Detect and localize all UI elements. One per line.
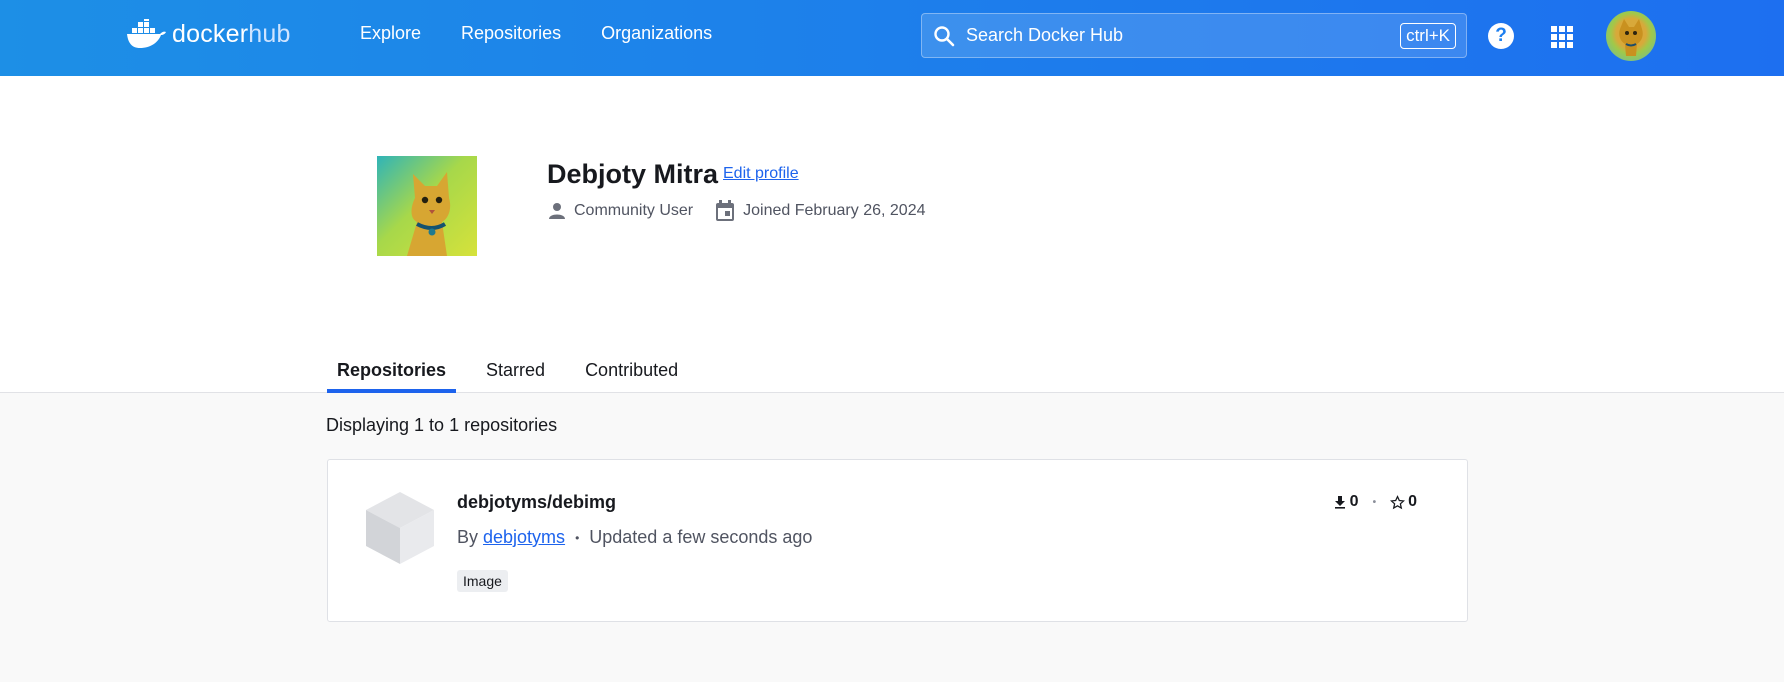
nav-explore[interactable]: Explore: [360, 23, 421, 44]
person-icon: [549, 203, 565, 219]
search-input[interactable]: [966, 25, 1401, 46]
main-nav: Explore Repositories Organizations: [360, 0, 712, 66]
top-navigation-bar: dockerhub Explore Repositories Organizat…: [0, 0, 1784, 76]
user-avatar[interactable]: [1606, 11, 1656, 61]
join-date: Joined February 26, 2024: [715, 200, 925, 222]
user-type-label: Community User: [574, 202, 694, 219]
repository-meta: By debjotyms • Updated a few seconds ago: [457, 527, 812, 548]
logo-wordmark: dockerhub: [172, 20, 291, 49]
help-icon[interactable]: ?: [1488, 23, 1514, 49]
repository-type-badge: Image: [457, 570, 508, 592]
repository-count: Displaying 1 to 1 repositories: [326, 415, 558, 435]
repository-card[interactable]: debjotyms/debimg By debjotyms • Updated …: [327, 459, 1468, 622]
tab-repositories[interactable]: Repositories: [327, 354, 457, 393]
downloads-stat: 0: [1333, 493, 1359, 511]
profile-tabs: Repositories Starred Contributed: [327, 354, 708, 393]
join-date-label: Joined February 26, 2024: [743, 202, 926, 219]
user-type: Community User: [548, 202, 693, 220]
profile-avatar: [377, 156, 477, 256]
cat-profile-image: [377, 156, 477, 256]
nav-repositories[interactable]: Repositories: [461, 23, 561, 44]
tab-starred[interactable]: Starred: [476, 354, 555, 393]
search-shortcut-hint: ctrl+K: [1400, 22, 1456, 49]
repository-updated: Updated a few seconds ago: [589, 527, 813, 547]
separator-dot: •: [575, 530, 580, 545]
profile-meta: Community User Joined February 26, 2024: [548, 200, 947, 222]
by-label: By: [457, 527, 479, 547]
repository-name[interactable]: debjotyms/debimg: [457, 492, 616, 513]
apps-grid-icon[interactable]: [1551, 26, 1573, 48]
docker-hub-logo[interactable]: dockerhub: [126, 17, 291, 51]
logo-docker-text: docker: [172, 19, 249, 48]
calendar-icon: [716, 200, 735, 221]
profile-name: Debjoty Mitra: [547, 159, 719, 189]
tab-contributed[interactable]: Contributed: [575, 354, 688, 393]
star-icon: [1390, 494, 1406, 509]
search-icon: [934, 25, 955, 46]
stats-separator: •: [1372, 496, 1377, 508]
search-box[interactable]: ctrl+K: [921, 13, 1467, 58]
docker-whale-icon: [127, 19, 166, 48]
stars-count: 0: [1408, 493, 1417, 510]
download-icon: [1334, 496, 1345, 509]
repository-owner-link[interactable]: debjotyms: [483, 527, 565, 548]
cat-avatar-image: [1619, 19, 1643, 56]
nav-organizations[interactable]: Organizations: [601, 23, 712, 44]
repository-stats: 0 • 0: [1333, 493, 1417, 511]
repository-cube-icon: [366, 492, 434, 564]
logo-hub-text: hub: [248, 19, 291, 48]
stars-stat: 0: [1390, 493, 1417, 511]
edit-profile-link[interactable]: Edit profile: [723, 165, 799, 183]
profile-section: Debjoty Mitra Edit profile Community Use…: [0, 76, 1784, 393]
downloads-count: 0: [1349, 493, 1359, 510]
